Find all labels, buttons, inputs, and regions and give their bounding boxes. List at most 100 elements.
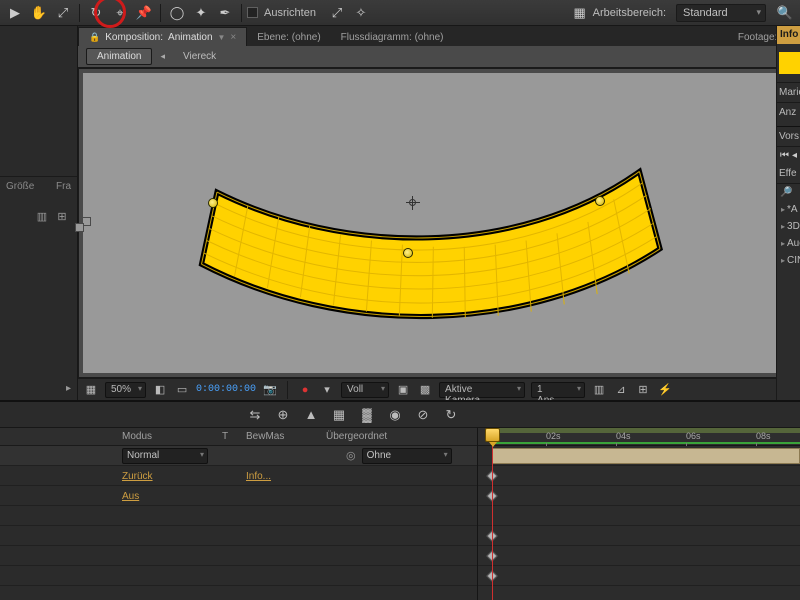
workspace-icon[interactable]: ▦: [569, 3, 591, 23]
resolution-dropdown[interactable]: Voll: [341, 382, 389, 398]
breadcrumb-item[interactable]: Viereck: [173, 49, 226, 64]
mask-tool-icon[interactable]: ◯: [166, 3, 188, 23]
property-track[interactable]: [478, 506, 800, 526]
col-parent-label: Übergeordnet: [326, 431, 477, 442]
parent-dropdown[interactable]: Ohne: [362, 448, 452, 464]
channel-menu-icon[interactable]: ▾: [319, 382, 335, 398]
puppet-pin[interactable]: [403, 248, 413, 258]
tab-flowchart[interactable]: Flussdiagramm: (ohne): [331, 27, 454, 46]
tl-tool-icon[interactable]: ↻: [442, 406, 460, 424]
selection-handle[interactable]: [83, 217, 91, 226]
fx-category[interactable]: Auc: [777, 235, 800, 252]
channel-icon[interactable]: ●: [297, 382, 313, 398]
timecode-display[interactable]: 0:00:00:00: [196, 384, 256, 395]
shape-tool-icon[interactable]: ✦: [190, 3, 212, 23]
info-panel-tab[interactable]: Info: [777, 26, 800, 44]
ruler-icon[interactable]: ▭: [174, 382, 190, 398]
fx-category[interactable]: CIN: [777, 252, 800, 269]
camera-dropdown[interactable]: Aktive Kamera: [439, 382, 525, 398]
transparency-icon[interactable]: ▩: [417, 382, 433, 398]
frame-handle[interactable]: [75, 223, 84, 232]
hand-tool-icon[interactable]: ✋: [28, 3, 50, 23]
snap-checkbox[interactable]: [247, 7, 258, 18]
parent-value: Ohne: [367, 450, 391, 461]
effects-panel-tab[interactable]: Effe: [777, 164, 800, 184]
tab-composition[interactable]: 🔒 Komposition: Animation ▼ ×: [78, 27, 247, 46]
blend-mode-dropdown[interactable]: Normal: [122, 448, 208, 464]
project-item-row[interactable]: ▥ ⊞: [0, 196, 77, 236]
link-out[interactable]: Aus: [122, 491, 139, 502]
time-ruler[interactable]: 02s 04s 06s 08s: [478, 428, 800, 446]
rotate-tool-icon[interactable]: ↻: [85, 3, 107, 23]
snapshot-icon[interactable]: 📷: [262, 382, 278, 398]
puppet-pin-tool-icon[interactable]: 📌: [133, 3, 155, 23]
link-info-label: Info...: [246, 471, 271, 482]
playhead-line[interactable]: [492, 428, 493, 600]
panel-expand-icon[interactable]: ▸: [0, 377, 77, 400]
first-frame-icon[interactable]: ⏮: [780, 150, 789, 161]
composition-viewport[interactable]: ➤: [83, 73, 794, 373]
current-time-indicator[interactable]: [485, 428, 500, 442]
region-icon[interactable]: ▣: [395, 382, 411, 398]
property-track[interactable]: [478, 546, 800, 566]
link-back[interactable]: Zurück: [122, 471, 153, 482]
camera-tool-icon[interactable]: ⌖: [109, 3, 131, 23]
tab-layer[interactable]: Ebene: (ohne): [247, 27, 330, 46]
snap-opt1-icon[interactable]: ⤢: [326, 3, 348, 23]
breadcrumb-active[interactable]: Animation: [86, 48, 152, 65]
puppet-pin[interactable]: [595, 196, 605, 206]
property-row: [0, 566, 477, 586]
aspect-icon[interactable]: ◧: [152, 382, 168, 398]
pen-tool-icon[interactable]: ✒: [214, 3, 236, 23]
view-opt1-icon[interactable]: ▥: [591, 382, 607, 398]
fx-category[interactable]: *A: [777, 201, 800, 218]
layer-track[interactable]: [478, 446, 800, 466]
layer-row[interactable]: Normal ◎ Ohne: [0, 446, 477, 466]
grid-toggle-icon[interactable]: ▦: [83, 382, 99, 398]
tl-tool-icon[interactable]: ▓: [358, 406, 376, 424]
tl-tool-icon[interactable]: ▲: [302, 406, 320, 424]
layer-bar[interactable]: [492, 448, 800, 464]
snap-opt2-icon[interactable]: ✧: [350, 3, 372, 23]
selection-tool-icon[interactable]: ▶: [4, 3, 26, 23]
property-track[interactable]: [478, 526, 800, 546]
timeline-tracks[interactable]: 02s 04s 06s 08s: [478, 428, 800, 600]
tl-tool-icon[interactable]: ▦: [330, 406, 348, 424]
timeline-body: Modus T BewMas Übergeordnet Normal ◎ Ohn…: [0, 428, 800, 600]
fast-preview-icon[interactable]: ⚡: [657, 382, 673, 398]
ruler-tick: 04s: [616, 431, 631, 441]
search-icon[interactable]: 🔍: [774, 3, 796, 23]
fx-category[interactable]: 3D-: [777, 218, 800, 235]
link-back-label: Zurück: [122, 471, 153, 482]
tl-tool-icon[interactable]: ⇆: [246, 406, 264, 424]
tl-tool-icon[interactable]: ◉: [386, 406, 404, 424]
property-track[interactable]: [478, 466, 800, 486]
view-opt2-icon[interactable]: ⊿: [613, 382, 629, 398]
snap-label: Ausrichten: [264, 7, 316, 19]
zoom-dropdown[interactable]: 50%: [105, 382, 146, 398]
layer-anchor-icon[interactable]: [406, 196, 420, 210]
info-panel-label: Info: [780, 29, 798, 40]
views-dropdown[interactable]: 1 Ans...: [531, 382, 585, 398]
tl-tool-icon[interactable]: ⊕: [274, 406, 292, 424]
view-opt3-icon[interactable]: ⊞: [635, 382, 651, 398]
right-side-panels: Info Mario Anz Vors ⏮ ◂ Effe 🔎 *A 3D- Au…: [776, 26, 800, 400]
property-track[interactable]: [478, 566, 800, 586]
link-out-label: Aus: [122, 491, 139, 502]
tab-dropdown-icon[interactable]: ▼: [218, 33, 226, 42]
workspace-label: Arbeitsbereich:: [593, 7, 666, 19]
work-area-bar[interactable]: [492, 428, 800, 433]
tl-tool-icon[interactable]: ⊘: [414, 406, 432, 424]
puppet-pin[interactable]: [208, 198, 218, 208]
preview-panel-tab[interactable]: Vors: [777, 127, 800, 147]
project-panel: Größe Fra ▥ ⊞ ▸: [0, 26, 78, 400]
tab-close-icon[interactable]: ×: [230, 32, 236, 43]
link-info[interactable]: Info...: [246, 471, 271, 482]
effects-search[interactable]: 🔎: [777, 184, 800, 201]
workspace-dropdown[interactable]: Standard: [676, 4, 766, 22]
viewport-wrap: ➤: [78, 68, 799, 378]
property-track[interactable]: [478, 486, 800, 506]
pickwhip-icon[interactable]: ◎: [346, 449, 356, 462]
prev-frame-icon[interactable]: ◂: [792, 150, 797, 161]
zoom-tool-icon[interactable]: ⤢: [52, 3, 74, 23]
